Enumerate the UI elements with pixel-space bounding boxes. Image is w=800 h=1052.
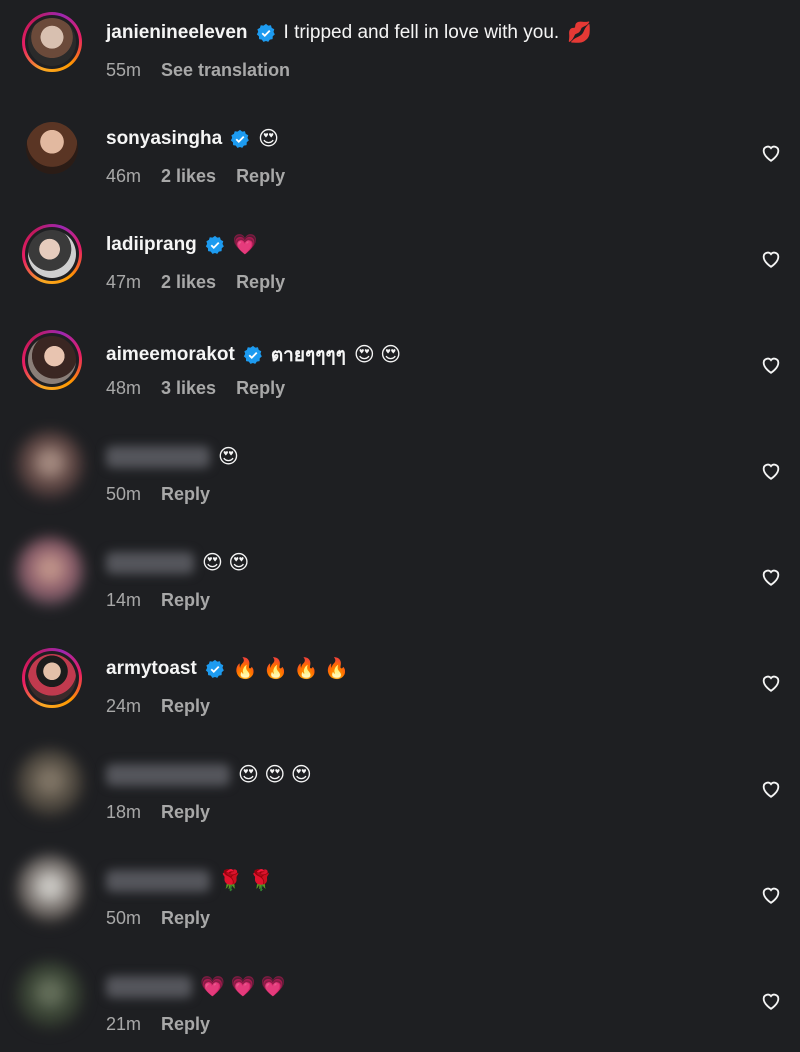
heart-outline-icon[interactable] xyxy=(760,672,782,694)
caption-text: I tripped and fell in love with you. xyxy=(283,22,560,43)
avatar[interactable] xyxy=(22,12,82,72)
comment-time: 55m xyxy=(106,60,142,80)
heart-outline-icon[interactable] xyxy=(760,990,782,1012)
comment-emojis: 😍 😍 xyxy=(202,552,250,574)
heart-outline-icon[interactable] xyxy=(760,248,782,270)
verified-badge-icon xyxy=(205,235,224,254)
avatar[interactable] xyxy=(16,962,84,1030)
caption-row: janienineeleven I tripped and fell in lo… xyxy=(0,0,800,106)
comment-username[interactable]: armytoast xyxy=(106,658,197,680)
verified-badge-icon xyxy=(243,345,262,364)
heart-outline-icon[interactable] xyxy=(760,566,782,588)
reply-button[interactable]: Reply xyxy=(236,166,285,187)
blurred-username[interactable] xyxy=(106,552,194,574)
comment-emojis: 😍 xyxy=(258,128,280,150)
avatar[interactable] xyxy=(22,330,82,390)
see-translation-link[interactable]: See translation xyxy=(161,60,290,81)
verified-badge-icon xyxy=(205,659,224,678)
avatar[interactable] xyxy=(26,122,78,174)
avatar[interactable] xyxy=(16,750,84,818)
comment-likes[interactable]: 2 likes xyxy=(161,272,216,293)
comment-time: 21m xyxy=(106,1014,142,1034)
heart-outline-icon[interactable] xyxy=(760,884,782,906)
comment-time: 50m xyxy=(106,484,142,504)
reply-button[interactable]: Reply xyxy=(161,908,210,929)
comment-emojis: 💗 xyxy=(232,234,258,256)
reply-button[interactable]: Reply xyxy=(161,590,210,611)
comment-row: 😍 😍 14m Reply xyxy=(0,530,800,636)
comment-row: ladiiprang 💗 47m 2 likes Reply xyxy=(0,212,800,318)
comment-emojis: 😍 😍 😍 xyxy=(238,764,312,786)
blurred-username[interactable] xyxy=(106,446,210,468)
comment-username[interactable]: ladiiprang xyxy=(106,234,197,256)
heart-outline-icon[interactable] xyxy=(760,778,782,800)
reply-button[interactable]: Reply xyxy=(161,484,210,505)
reply-button[interactable]: Reply xyxy=(161,802,210,823)
avatar[interactable] xyxy=(16,432,84,500)
avatar[interactable] xyxy=(22,648,82,708)
comment-likes[interactable]: 2 likes xyxy=(161,166,216,187)
comment-emojis: 💗 💗 💗 xyxy=(200,976,286,998)
comment-emojis: 😍 xyxy=(218,446,239,468)
comment-row: 😍 50m Reply xyxy=(0,424,800,530)
comment-time: 18m xyxy=(106,802,142,822)
heart-outline-icon[interactable] xyxy=(760,354,782,376)
comment-row: armytoast 🔥 🔥 🔥 🔥 24m Reply xyxy=(0,636,800,742)
reply-button[interactable]: Reply xyxy=(236,378,285,399)
comment-row: 🌹 🌹 50m Reply xyxy=(0,848,800,954)
blurred-username[interactable] xyxy=(106,870,210,892)
verified-badge-icon xyxy=(230,129,249,148)
blurred-username[interactable] xyxy=(106,764,230,786)
blurred-username[interactable] xyxy=(106,976,192,998)
comment-time: 14m xyxy=(106,590,142,610)
comment-time: 47m xyxy=(106,272,142,292)
reply-button[interactable]: Reply xyxy=(161,1014,210,1035)
comment-username[interactable]: aimeemorakot xyxy=(106,344,235,366)
comment-row: sonyasingha 😍 46m 2 likes Reply xyxy=(0,106,800,212)
avatar[interactable] xyxy=(22,224,82,284)
comment-row: aimeemorakot ตายๆๆๆๆ 😍 😍 48m 3 likes Rep… xyxy=(0,318,800,424)
avatar[interactable] xyxy=(16,538,84,606)
comment-text: ตายๆๆๆๆ xyxy=(270,345,346,366)
comment-emojis: 🌹 🌹 xyxy=(218,870,274,892)
comment-time: 50m xyxy=(106,908,142,928)
comment-likes[interactable]: 3 likes xyxy=(161,378,216,399)
caption-emoji: 💋 xyxy=(567,22,593,44)
comment-username[interactable]: janienineeleven xyxy=(106,22,248,44)
comment-time: 46m xyxy=(106,166,142,186)
heart-outline-icon[interactable] xyxy=(760,460,782,482)
reply-button[interactable]: Reply xyxy=(236,272,285,293)
comment-emojis: 🔥 🔥 🔥 🔥 xyxy=(232,658,350,680)
comment-emojis: 😍 😍 xyxy=(353,344,402,366)
comment-time: 24m xyxy=(106,696,142,716)
reply-button[interactable]: Reply xyxy=(161,696,210,717)
comment-time: 48m xyxy=(106,378,142,398)
comment-row: 😍 😍 😍 18m Reply xyxy=(0,742,800,848)
comment-row: 💗 💗 💗 21m Reply xyxy=(0,954,800,1052)
verified-badge-icon xyxy=(256,23,275,42)
heart-outline-icon[interactable] xyxy=(760,142,782,164)
comment-username[interactable]: sonyasingha xyxy=(106,128,222,150)
avatar[interactable] xyxy=(16,856,84,924)
